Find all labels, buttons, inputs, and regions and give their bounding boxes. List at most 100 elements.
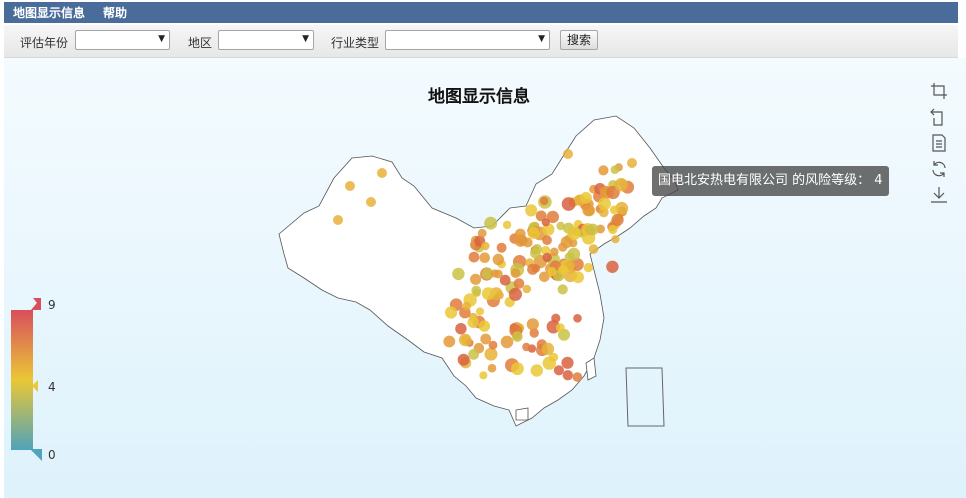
legend-gradient-bar[interactable] — [11, 310, 33, 450]
legend-handle-bottom-icon[interactable] — [30, 449, 42, 461]
risk-point[interactable] — [567, 226, 581, 241]
risk-point[interactable] — [452, 267, 465, 281]
rect-zoom-icon[interactable] — [930, 82, 948, 100]
risk-point[interactable] — [555, 323, 565, 332]
risk-point[interactable] — [610, 165, 620, 174]
risk-point[interactable] — [443, 335, 456, 348]
risk-point[interactable] — [475, 307, 485, 316]
risk-point[interactable] — [550, 247, 559, 257]
risk-point[interactable] — [471, 285, 482, 296]
risk-point[interactable] — [522, 342, 531, 352]
risk-point[interactable] — [512, 331, 523, 342]
risk-point[interactable] — [611, 235, 620, 244]
risk-point[interactable] — [467, 316, 479, 328]
risk-point[interactable] — [551, 313, 561, 323]
year-select[interactable]: ▼ — [75, 30, 170, 50]
risk-point[interactable] — [527, 227, 540, 239]
risk-point[interactable] — [462, 301, 472, 311]
legend-handle-mid-icon[interactable] — [32, 380, 42, 392]
risk-point[interactable] — [562, 370, 573, 381]
risk-point[interactable] — [588, 244, 599, 254]
save-image-icon[interactable] — [930, 186, 948, 204]
risk-point[interactable] — [514, 234, 527, 247]
risk-point[interactable] — [513, 278, 525, 289]
risk-point[interactable] — [542, 356, 556, 370]
risk-point[interactable] — [572, 271, 584, 284]
risk-point[interactable] — [573, 314, 582, 323]
china-map[interactable] — [4, 58, 966, 498]
risk-point[interactable] — [481, 241, 490, 251]
risk-point[interactable] — [553, 365, 565, 376]
risk-point[interactable] — [598, 197, 611, 211]
risk-point[interactable] — [481, 287, 495, 301]
risk-point[interactable] — [500, 335, 514, 349]
zoom-reset-icon[interactable] — [930, 108, 948, 126]
restore-icon[interactable] — [930, 160, 948, 178]
risk-point[interactable] — [479, 252, 491, 263]
risk-point[interactable] — [608, 224, 618, 235]
region-select[interactable]: ▼ — [218, 30, 314, 50]
risk-point[interactable] — [541, 218, 550, 227]
risk-point[interactable] — [525, 204, 538, 217]
search-button[interactable]: 搜索 — [560, 30, 598, 50]
risk-point[interactable] — [479, 371, 488, 380]
risk-point[interactable] — [572, 372, 583, 382]
menu-item-help[interactable]: 帮助 — [94, 4, 136, 21]
risk-point[interactable] — [563, 149, 573, 159]
risk-point[interactable] — [455, 323, 467, 335]
risk-point[interactable] — [541, 342, 555, 356]
risk-point[interactable] — [542, 235, 552, 246]
menu-item-map-info[interactable]: 地图显示信息 — [4, 4, 94, 21]
risk-point[interactable] — [366, 197, 376, 207]
risk-point[interactable] — [522, 284, 532, 294]
industry-select[interactable]: ▼ — [385, 30, 550, 50]
risk-point[interactable] — [477, 228, 487, 238]
risk-point[interactable] — [493, 269, 503, 279]
risk-point[interactable] — [586, 223, 599, 236]
risk-point[interactable] — [627, 158, 637, 168]
risk-point[interactable] — [606, 260, 619, 273]
risk-point[interactable] — [496, 242, 507, 253]
risk-point[interactable] — [540, 196, 549, 206]
risk-point[interactable] — [502, 220, 512, 230]
risk-point[interactable] — [484, 347, 498, 361]
risk-point[interactable] — [478, 320, 491, 332]
risk-point[interactable] — [526, 318, 539, 331]
risk-point[interactable] — [547, 266, 557, 277]
risk-point[interactable] — [468, 349, 479, 360]
risk-point[interactable] — [561, 356, 574, 369]
risk-point[interactable] — [542, 252, 552, 263]
risk-point[interactable] — [598, 165, 609, 176]
data-view-icon[interactable] — [930, 134, 948, 152]
risk-point[interactable] — [527, 263, 539, 275]
risk-point[interactable] — [458, 333, 472, 347]
risk-point[interactable] — [583, 262, 594, 273]
legend-handle-top-icon[interactable] — [11, 298, 41, 310]
risk-point[interactable] — [580, 192, 592, 204]
risk-point[interactable] — [377, 168, 387, 178]
risk-point[interactable] — [480, 333, 492, 345]
risk-point[interactable] — [609, 205, 619, 215]
risk-point[interactable] — [457, 353, 470, 366]
risk-point[interactable] — [484, 216, 498, 230]
risk-point[interactable] — [558, 242, 568, 252]
risk-point[interactable] — [567, 247, 581, 261]
risk-point[interactable] — [530, 364, 543, 377]
risk-point[interactable] — [508, 287, 522, 301]
risk-point[interactable] — [557, 284, 568, 295]
risk-point[interactable] — [611, 213, 624, 226]
risk-point[interactable] — [561, 197, 576, 211]
risk-point[interactable] — [614, 178, 628, 192]
risk-point[interactable] — [333, 215, 343, 225]
risk-point[interactable] — [511, 362, 524, 376]
risk-point[interactable] — [530, 247, 541, 259]
risk-point[interactable] — [468, 251, 480, 263]
risk-point[interactable] — [582, 204, 595, 217]
risk-point[interactable] — [445, 306, 458, 319]
risk-point[interactable] — [492, 253, 504, 266]
risk-point[interactable] — [510, 268, 521, 278]
risk-point[interactable] — [470, 273, 482, 285]
risk-point[interactable] — [558, 264, 569, 276]
risk-point[interactable] — [345, 181, 355, 191]
risk-point[interactable] — [487, 363, 497, 373]
